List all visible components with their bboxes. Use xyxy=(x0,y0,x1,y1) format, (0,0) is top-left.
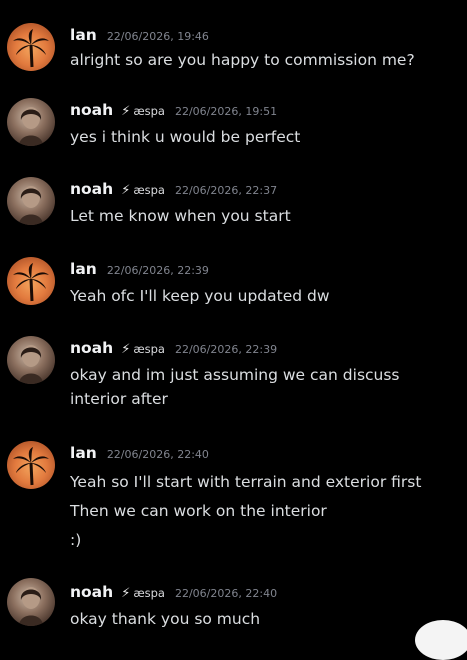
timestamp: 22/06/2026, 19:46 xyxy=(106,30,209,43)
timestamp: 22/06/2026, 22:39 xyxy=(174,343,278,356)
person-photo-icon xyxy=(19,186,43,225)
username[interactable]: noah xyxy=(70,339,113,357)
message-text: Let me know when you start xyxy=(70,204,291,228)
message-line: Then we can work on the interior xyxy=(70,502,327,520)
tag-label: æspa xyxy=(133,342,165,356)
avatar-lan[interactable] xyxy=(7,257,55,305)
message-text: okay thank you so much xyxy=(70,607,260,631)
message-text: yes i think u would be perfect xyxy=(70,125,300,149)
user-tag: ⚡ æspa xyxy=(121,342,165,357)
palm-tree-icon xyxy=(13,447,49,486)
user-tag: ⚡ æspa xyxy=(121,183,165,198)
lightning-bolt-icon: ⚡ xyxy=(121,342,131,357)
person-photo-icon xyxy=(19,107,43,146)
lightning-bolt-icon: ⚡ xyxy=(121,586,131,601)
avatar-lan[interactable] xyxy=(7,23,55,71)
message-line: yes i think u would be perfect xyxy=(70,128,301,146)
user-tag: ⚡ æspa xyxy=(121,586,165,601)
message-text: Yeah ofc I'll keep you updated dw xyxy=(70,284,330,308)
username[interactable]: lan xyxy=(70,444,97,462)
username[interactable]: noah xyxy=(70,583,113,601)
username[interactable]: noah xyxy=(70,101,113,119)
lightning-bolt-icon: ⚡ xyxy=(121,104,131,119)
person-photo-icon xyxy=(19,345,43,384)
tag-label: æspa xyxy=(133,586,165,600)
timestamp: 22/06/2026, 22:39 xyxy=(106,264,209,277)
message-line: okay thank you so much xyxy=(70,610,261,628)
avatar-noah[interactable] xyxy=(7,336,55,384)
avatar-noah[interactable] xyxy=(7,177,55,225)
lightning-bolt-icon: ⚡ xyxy=(121,183,131,198)
avatar-lan[interactable] xyxy=(7,441,55,489)
username[interactable]: lan xyxy=(70,26,97,44)
message-line: alright so are you happy to commission m… xyxy=(70,51,415,69)
username[interactable]: lan xyxy=(70,260,97,278)
message-line: Yeah so I'll start with terrain and exte… xyxy=(70,473,422,491)
message-line: interior after xyxy=(70,390,168,408)
palm-tree-icon xyxy=(13,29,49,68)
floating-action-button[interactable] xyxy=(415,620,467,660)
message-text: okay and im just assuming we can discuss… xyxy=(70,363,400,411)
avatar-noah[interactable] xyxy=(7,578,55,626)
avatar-noah[interactable] xyxy=(7,98,55,146)
message-line: :) xyxy=(70,531,82,549)
timestamp: 22/06/2026, 19:51 xyxy=(174,105,278,118)
user-tag: ⚡ æspa xyxy=(121,104,165,119)
message-line: Let me know when you start xyxy=(70,207,291,225)
message-line: okay and im just assuming we can discuss xyxy=(70,366,400,384)
palm-tree-icon xyxy=(13,263,49,302)
timestamp: 22/06/2026, 22:40 xyxy=(174,587,278,600)
timestamp: 22/06/2026, 22:40 xyxy=(106,448,209,461)
tag-label: æspa xyxy=(133,104,165,118)
timestamp: 22/06/2026, 22:37 xyxy=(174,184,278,197)
message-text: alright so are you happy to commission m… xyxy=(70,48,415,72)
person-photo-icon xyxy=(19,587,43,626)
message-text: Yeah so I'll start with terrain and exte… xyxy=(70,468,421,555)
message-line: Yeah ofc I'll keep you updated dw xyxy=(70,287,330,305)
username[interactable]: noah xyxy=(70,180,113,198)
tag-label: æspa xyxy=(133,183,165,197)
